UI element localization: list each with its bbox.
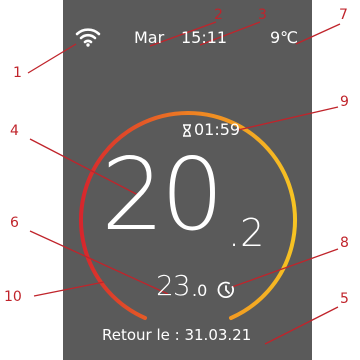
- callout-10: 10: [4, 289, 22, 305]
- callout-7: 7: [339, 7, 348, 23]
- callout-6: 6: [10, 215, 19, 231]
- current-temperature-decimal: .2: [228, 211, 265, 255]
- clock-icon: [217, 281, 234, 299]
- setpoint-temperature-decimal: .0: [192, 281, 208, 300]
- callout-9: 9: [340, 94, 349, 110]
- callout-1: 1: [13, 65, 22, 81]
- clock-time: 15:11: [181, 28, 228, 47]
- day-label: Mar: [134, 28, 165, 47]
- annotated-thermostat-diagram: Mar 15:11 9℃ 01:59 20 .2 23 .0 Retour le…: [0, 0, 360, 360]
- callout-2: 2: [214, 7, 223, 23]
- leader-line-10: [33, 281, 105, 297]
- leader-line-1: [27, 43, 77, 74]
- leader-line-7: [295, 23, 341, 45]
- current-temperature-integer: 20: [101, 136, 224, 253]
- callout-8: 8: [340, 235, 349, 251]
- outdoor-temperature: 9℃: [270, 28, 299, 47]
- setpoint-temperature-integer: 23: [156, 269, 191, 302]
- wifi-icon: [75, 28, 101, 47]
- callout-4: 4: [10, 123, 19, 139]
- callout-3: 3: [258, 7, 267, 23]
- callout-5: 5: [340, 291, 349, 307]
- leader-line-9: [237, 106, 339, 131]
- leader-line-5: [264, 306, 339, 345]
- return-date-label: Retour le : 31.03.21: [102, 326, 252, 344]
